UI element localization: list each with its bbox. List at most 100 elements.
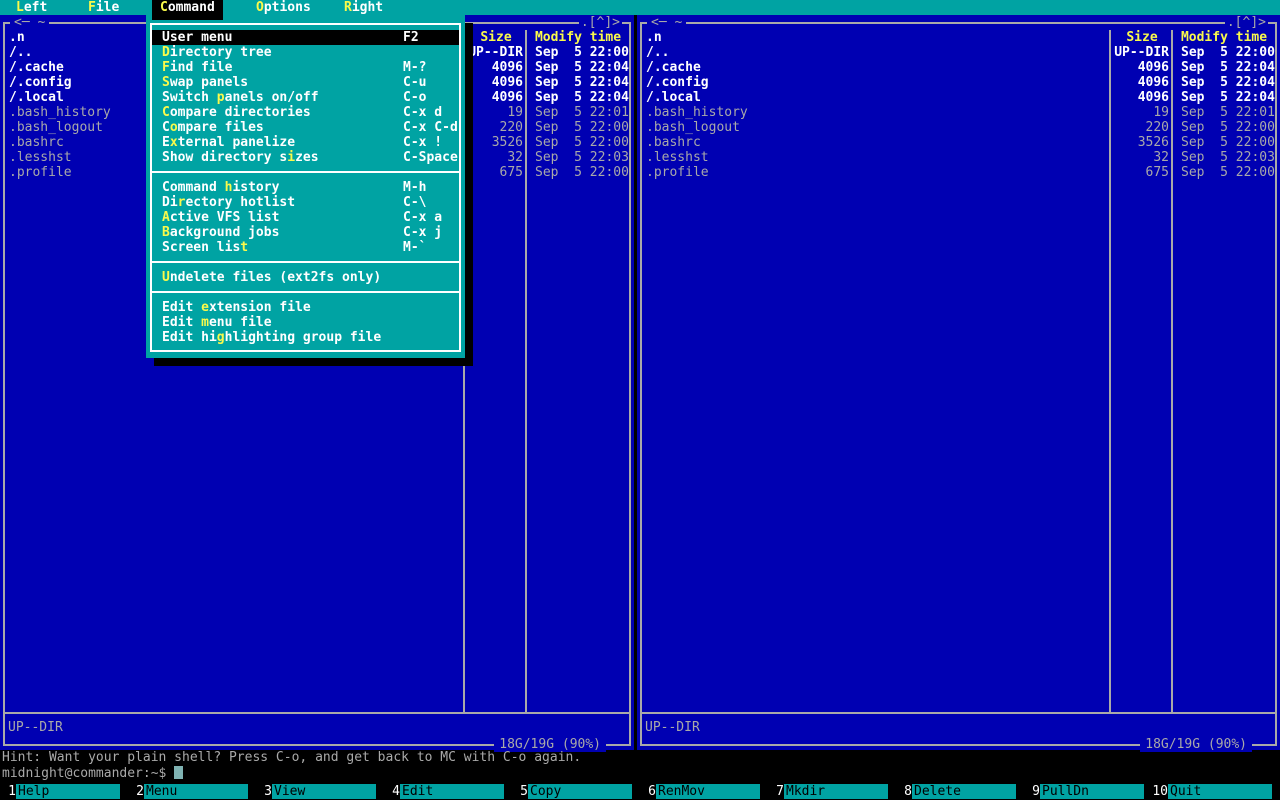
- column-header-mtime[interactable]: Modify time: [1173, 30, 1275, 45]
- file-size: 19: [507, 105, 523, 120]
- file-size: 3526: [1137, 135, 1169, 150]
- fkey-label: Delete: [912, 784, 1016, 799]
- right-mini-status: UP--DIR: [645, 720, 700, 735]
- fkey-button-menu[interactable]: 2 Menu: [128, 784, 248, 799]
- menu-item-edit-menu-file[interactable]: Edit menu file: [152, 315, 459, 330]
- fkey-label: Copy: [528, 784, 632, 799]
- menu-item-find-file[interactable]: Find file M-?: [152, 60, 459, 75]
- column-header-size[interactable]: Size: [1111, 30, 1173, 45]
- file-row[interactable]: .bash_logout 220 Sep 5 22:00: [642, 120, 1275, 135]
- file-name: .bash_history: [646, 105, 748, 120]
- menubar-item-left[interactable]: Left: [16, 0, 47, 15]
- menu-item-compare-directories[interactable]: Compare directories C-x d: [152, 105, 459, 120]
- menu-item-shortcut: C-x j: [403, 225, 443, 240]
- file-name: .bash_logout: [646, 120, 740, 135]
- menu-item-directory-tree[interactable]: Directory tree: [152, 45, 459, 60]
- right-panel-header: .n Name Size Modify time: [642, 30, 1275, 45]
- menu-item-directory-hotlist[interactable]: Directory hotlist C-\: [152, 195, 459, 210]
- menu-item-compare-files[interactable]: Compare files C-x C-d: [152, 120, 459, 135]
- file-row[interactable]: /.config 4096 Sep 5 22:04: [642, 75, 1275, 90]
- left-panel-corner-buttons[interactable]: .[^]>: [578, 15, 622, 30]
- menu-item-user-menu[interactable]: User menu F2: [152, 30, 459, 45]
- file-mtime: Sep 5 22:01: [535, 105, 629, 120]
- fkey-button-copy[interactable]: 5 Copy: [512, 784, 632, 799]
- menubar-item-file[interactable]: File: [88, 0, 119, 15]
- file-size: UP--DIR: [1114, 45, 1169, 60]
- file-mtime: Sep 5 22:00: [535, 45, 629, 60]
- fkey-number: 5: [520, 784, 528, 799]
- menu-item-shortcut: C-\: [403, 195, 427, 210]
- fkey-button-delete[interactable]: 8 Delete: [896, 784, 1016, 799]
- menu-item-active-vfs-list[interactable]: Active VFS list C-x a: [152, 210, 459, 225]
- file-size: 32: [507, 150, 523, 165]
- file-mtime: Sep 5 22:00: [535, 135, 629, 150]
- file-row[interactable]: /.local 4096 Sep 5 22:04: [642, 90, 1275, 105]
- column-header-size[interactable]: Size: [465, 30, 527, 45]
- file-row[interactable]: .lesshst 32 Sep 5 22:03: [642, 150, 1275, 165]
- menu-item-background-jobs[interactable]: Background jobs C-x j: [152, 225, 459, 240]
- menu-item-external-panelize[interactable]: External panelize C-x !: [152, 135, 459, 150]
- dropdown-items: User menu F2 Directory tree Find file M-? Swa…: [152, 30, 459, 345]
- file-size: 675: [499, 165, 523, 180]
- fkey-button-quit[interactable]: 10 Quit: [1152, 784, 1272, 799]
- file-row[interactable]: .bash_history 19 Sep 5 22:01: [642, 105, 1275, 120]
- file-mtime: Sep 5 22:04: [1181, 60, 1275, 75]
- menu-item-shortcut: M-?: [403, 60, 427, 75]
- right-panel-path[interactable]: <─ ~: [647, 15, 687, 30]
- fkey-button-view[interactable]: 3 View: [256, 784, 376, 799]
- menubar-item-right[interactable]: Right: [344, 0, 383, 15]
- fkey-label: Mkdir: [784, 784, 888, 799]
- file-size: 3526: [491, 135, 523, 150]
- fkey-button-edit[interactable]: 4 Edit: [384, 784, 504, 799]
- menu-item-shortcut: C-x a: [403, 210, 443, 225]
- text-cursor: [174, 766, 184, 779]
- sort-indicator: .n: [9, 30, 25, 45]
- file-size: 4096: [1137, 90, 1169, 105]
- menu-bar: Left File Command Options Right: [0, 0, 1280, 20]
- menu-item-undelete-files-ext2fs-only[interactable]: Undelete files (ext2fs only): [152, 270, 459, 285]
- menu-item-edit-highlighting-group-file[interactable]: Edit highlighting group file: [152, 330, 459, 345]
- file-row[interactable]: .profile 675 Sep 5 22:00: [642, 165, 1275, 180]
- menubar-item-command[interactable]: Command: [152, 0, 223, 20]
- right-disk-usage: 18G/19G (90%): [1140, 737, 1252, 752]
- fkey-button-mkdir[interactable]: 7 Mkdir: [768, 784, 888, 799]
- menu-item-screen-list[interactable]: Screen list M-`: [152, 240, 459, 255]
- mini-status-divider: [5, 712, 629, 714]
- file-mtime: Sep 5 22:03: [535, 150, 629, 165]
- menu-item-show-directory-sizes[interactable]: Show directory sizes C-Space: [152, 150, 459, 165]
- fkey-number: 10: [1152, 784, 1168, 799]
- file-size: 220: [1145, 120, 1169, 135]
- menu-item-switch-panels-on-off[interactable]: Switch panels on/off C-o: [152, 90, 459, 105]
- menu-item-shortcut: M-h: [403, 180, 427, 195]
- file-size: 4096: [1137, 60, 1169, 75]
- file-mtime: Sep 5 22:00: [1181, 135, 1275, 150]
- file-row[interactable]: .bashrc 3526 Sep 5 22:00: [642, 135, 1275, 150]
- left-panel-path[interactable]: <─ ~: [10, 15, 50, 30]
- fkey-button-renmov[interactable]: 6 RenMov: [640, 784, 760, 799]
- file-size: 675: [1145, 165, 1169, 180]
- fkey-label: Edit: [400, 784, 504, 799]
- menu-item-command-history[interactable]: Command history M-h: [152, 180, 459, 195]
- fkey-label: View: [272, 784, 376, 799]
- column-divider: [1109, 30, 1111, 712]
- file-mtime: Sep 5 22:00: [1181, 165, 1275, 180]
- file-mtime: Sep 5 22:00: [1181, 45, 1275, 60]
- column-header-mtime[interactable]: Modify time: [527, 30, 629, 45]
- menu-item-shortcut: M-`: [403, 240, 427, 255]
- file-row[interactable]: /.cache 4096 Sep 5 22:04: [642, 60, 1275, 75]
- file-name: .profile: [646, 165, 709, 180]
- menu-item-shortcut: C-x !: [403, 135, 443, 150]
- menubar-item-options[interactable]: Options: [256, 0, 311, 15]
- fkey-button-pulldn[interactable]: 9 PullDn: [1024, 784, 1144, 799]
- fkey-button-help[interactable]: 1 Help: [0, 784, 120, 799]
- file-mtime: Sep 5 22:00: [535, 165, 629, 180]
- menu-item-swap-panels[interactable]: Swap panels C-u: [152, 75, 459, 90]
- fkey-label: PullDn: [1040, 784, 1144, 799]
- file-row[interactable]: /.. UP--DIR Sep 5 22:00: [642, 45, 1275, 60]
- file-name: /.local: [646, 90, 701, 105]
- shell-prompt[interactable]: midnight@commander:~$: [2, 766, 184, 781]
- fkey-label: Help: [16, 784, 120, 799]
- file-size: 4096: [491, 60, 523, 75]
- right-panel-corner-buttons[interactable]: .[^]>: [1224, 15, 1268, 30]
- menu-item-edit-extension-file[interactable]: Edit extension file: [152, 300, 459, 315]
